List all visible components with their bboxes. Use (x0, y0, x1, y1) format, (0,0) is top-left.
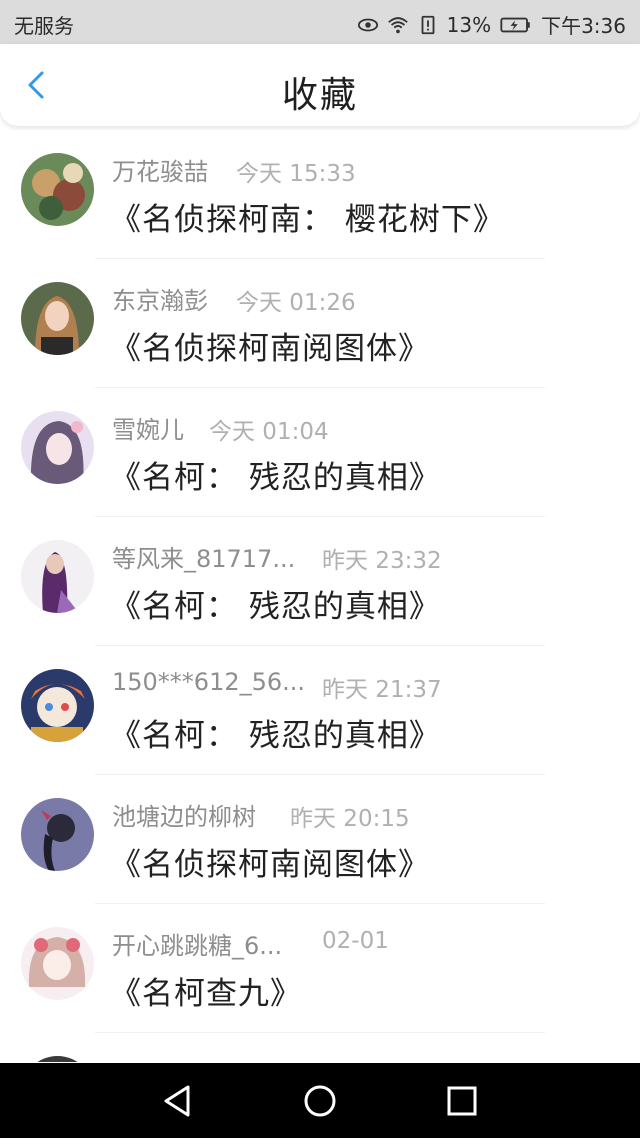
wifi-icon (387, 16, 408, 33)
timestamp: 02-01 (322, 928, 389, 954)
timestamp: 今天 01:26 (236, 290, 356, 316)
item-title: 《名柯： 残忍的真相》 (110, 460, 441, 496)
timestamp: 昨天 21:37 (322, 677, 442, 703)
timestamp: 昨天 23:32 (322, 548, 442, 574)
system-nav-bar (0, 1063, 640, 1138)
timestamp: 今天 15:33 (236, 161, 356, 187)
back-triangle-icon[interactable] (160, 1083, 196, 1119)
home-circle-icon[interactable] (302, 1083, 338, 1119)
avatar[interactable] (21, 540, 94, 613)
status-bar: 无服务 13% 下午3:36 (0, 0, 640, 44)
avatar[interactable] (21, 798, 94, 871)
user-name: 等风来_81717... (112, 545, 296, 573)
avatar[interactable] (21, 411, 94, 484)
battery-percent: 13% (446, 12, 492, 37)
battery-charging-icon (500, 17, 530, 32)
list-item-partial[interactable] (0, 1033, 640, 1062)
status-time: 下午3:36 (541, 14, 626, 38)
eye-icon (357, 18, 378, 31)
user-name: 万花骏喆 (112, 158, 208, 186)
timestamp: 昨天 20:15 (290, 806, 410, 832)
page-title: 收藏 (281, 75, 358, 116)
list-item[interactable]: 池塘边的柳树 昨天 20:15 《名侦探柯南阅图体》 (0, 775, 640, 904)
item-title: 《名柯查九》 (110, 976, 302, 1012)
user-name: 东京瀚彭 (112, 287, 208, 315)
item-title: 《名侦探柯南阅图体》 (110, 847, 430, 883)
avatar[interactable] (21, 1056, 94, 1062)
user-name: 150***612_56... (112, 668, 306, 696)
timestamp: 今天 01:04 (209, 419, 329, 445)
avatar[interactable] (21, 669, 94, 742)
list-item[interactable]: 开心跳跳糖_6... 02-01 《名柯查九》 (0, 904, 640, 1033)
user-name: 池塘边的柳树 (112, 803, 256, 831)
user-name: 雪婉儿 (112, 416, 184, 444)
avatar[interactable] (21, 282, 94, 355)
list-item[interactable]: 东京瀚彭 今天 01:26 《名侦探柯南阅图体》 (0, 259, 640, 388)
favorites-list: 万花骏喆 今天 15:33 《名侦探柯南： 樱花树下》 东京瀚彭 今天 01:2… (0, 130, 640, 1062)
item-title: 《名柯： 残忍的真相》 (110, 718, 441, 754)
avatar[interactable] (21, 927, 94, 1000)
recents-square-icon[interactable] (444, 1083, 480, 1119)
battery-alert-icon (421, 15, 435, 34)
list-item[interactable]: 雪婉儿 今天 01:04 《名柯： 残忍的真相》 (0, 388, 640, 517)
item-title: 《名侦探柯南阅图体》 (110, 331, 430, 367)
user-name: 开心跳跳糖_6... (112, 932, 283, 960)
carrier-text: 无服务 (14, 14, 74, 38)
list-item[interactable]: 等风来_81717... 昨天 23:32 《名柯： 残忍的真相》 (0, 517, 640, 646)
status-icons: 13% 下午3:36 (357, 10, 626, 39)
app-header: 收藏 (0, 44, 640, 126)
item-title: 《名侦探柯南： 樱花树下》 (110, 202, 505, 238)
avatar[interactable] (21, 153, 94, 226)
list-item[interactable]: 150***612_56... 昨天 21:37 《名柯： 残忍的真相》 (0, 646, 640, 775)
list-item[interactable]: 万花骏喆 今天 15:33 《名侦探柯南： 樱花树下》 (0, 130, 640, 259)
item-title: 《名柯： 残忍的真相》 (110, 589, 441, 625)
